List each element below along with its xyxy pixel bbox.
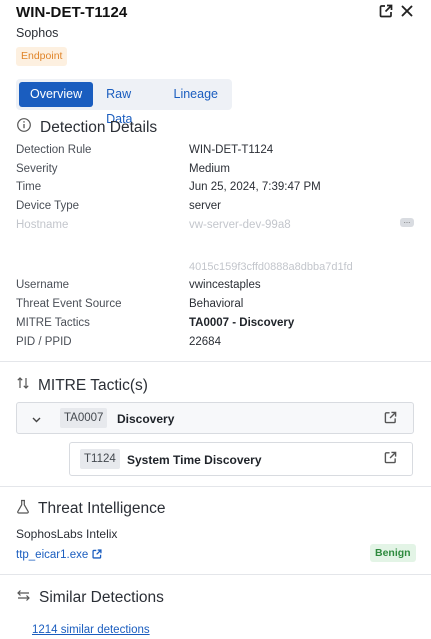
tactic-name: Discovery bbox=[117, 412, 175, 426]
category-badge: Endpoint bbox=[16, 47, 68, 66]
threat-intel-header: Threat Intelligence bbox=[16, 499, 166, 519]
mitre-section-title: MITRE Tactic(s) bbox=[38, 376, 148, 394]
open-technique-icon[interactable] bbox=[384, 451, 397, 469]
vendor-name: Sophos bbox=[16, 26, 59, 40]
time-label: Time bbox=[16, 181, 42, 193]
hostname-value: vw-server-dev-99a8 bbox=[189, 219, 291, 231]
device-type-value: server bbox=[189, 200, 221, 212]
similar-detections-header: Similar Detections bbox=[16, 589, 164, 607]
section-divider bbox=[0, 361, 431, 362]
severity-value: Medium bbox=[189, 163, 230, 175]
device-type-label: Device Type bbox=[16, 200, 80, 212]
close-icon[interactable] bbox=[401, 5, 413, 17]
threat-event-source-value: Behavioral bbox=[189, 298, 244, 310]
username-value: vwincestaples bbox=[189, 279, 261, 291]
technique-name: System Time Discovery bbox=[127, 453, 262, 467]
threat-intel-title: Threat Intelligence bbox=[38, 500, 166, 517]
tab-raw-data[interactable]: Raw Data bbox=[95, 82, 160, 126]
swap-arrows-icon bbox=[16, 589, 31, 607]
info-icon bbox=[16, 117, 32, 138]
open-file-icon[interactable] bbox=[92, 546, 102, 564]
time-value: Jun 25, 2024, 7:39:47 PM bbox=[189, 181, 321, 193]
pid-value: 22684 bbox=[189, 336, 221, 348]
tab-overview[interactable]: Overview bbox=[19, 82, 94, 107]
hostname-label: Hostname bbox=[16, 219, 69, 231]
open-in-new-icon[interactable] bbox=[379, 4, 393, 18]
header-actions bbox=[379, 4, 413, 18]
sort-arrows-icon bbox=[16, 376, 30, 395]
detection-rule-value: WIN-DET-T1124 bbox=[189, 144, 274, 156]
detection-title: WIN-DET-T1124 bbox=[16, 4, 128, 21]
technique-code: T1124 bbox=[80, 449, 120, 469]
section-divider bbox=[0, 486, 431, 487]
more-fields-toggle[interactable]: ... bbox=[400, 217, 414, 227]
intel-provider: SophosLabs Intelix bbox=[16, 527, 118, 541]
detection-details-header: Detection Details bbox=[16, 117, 157, 138]
similar-detections-title: Similar Detections bbox=[39, 589, 164, 606]
severity-label: Severity bbox=[16, 163, 58, 175]
detection-rule-label: Detection Rule bbox=[16, 144, 92, 156]
mitre-tactics-label: MITRE Tactics bbox=[16, 317, 90, 329]
section-divider bbox=[0, 574, 431, 575]
verdict-badge: Benign bbox=[370, 544, 416, 562]
intel-file-name[interactable]: ttp_eicar1.exe bbox=[16, 549, 88, 561]
mitre-tactics-value: TA0007 - Discovery bbox=[189, 317, 295, 329]
threat-event-source-label: Threat Event Source bbox=[16, 298, 122, 310]
mitre-section-header: MITRE Tactic(s) bbox=[16, 376, 148, 395]
open-tactic-icon[interactable] bbox=[384, 411, 397, 429]
hash-value: 4015c159f3cffd0888a8dbba7d1fd bbox=[189, 261, 353, 273]
similar-detections-link[interactable]: 1214 similar detections bbox=[32, 624, 150, 636]
pid-label: PID / PPID bbox=[16, 336, 72, 348]
intel-file-link[interactable]: ttp_eicar1.exe bbox=[16, 546, 102, 564]
detection-details-title: Detection Details bbox=[40, 118, 158, 136]
detail-tabs: Overview Raw Data Lineage bbox=[16, 79, 232, 126]
flask-icon bbox=[16, 499, 30, 519]
tab-lineage[interactable]: Lineage bbox=[163, 82, 230, 107]
chevron-down-icon[interactable] bbox=[31, 412, 42, 430]
username-label: Username bbox=[16, 279, 70, 291]
tactic-code: TA0007 bbox=[60, 408, 108, 428]
